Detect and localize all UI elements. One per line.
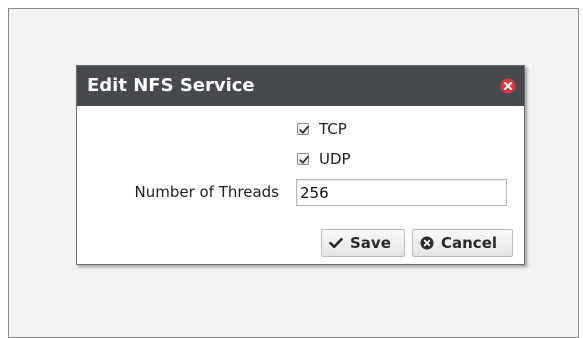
checkmark-icon — [299, 155, 309, 164]
cancel-button-label: Cancel — [441, 234, 498, 252]
dialog-titlebar: Edit NFS Service — [77, 66, 524, 106]
tcp-option: TCP — [297, 120, 347, 138]
cancel-circle-icon — [420, 236, 434, 250]
tcp-label: TCP — [319, 120, 347, 138]
udp-option: UDP — [297, 150, 351, 168]
save-button[interactable]: Save — [321, 229, 405, 257]
edit-nfs-service-dialog: Edit NFS Service TCP UDP Number of Threa… — [76, 65, 525, 265]
checkmark-icon — [299, 125, 309, 134]
udp-label: UDP — [319, 150, 351, 168]
udp-checkbox[interactable] — [297, 153, 309, 165]
dialog-title: Edit NFS Service — [87, 75, 255, 96]
save-button-label: Save — [350, 234, 391, 252]
threads-input[interactable] — [296, 179, 507, 206]
cancel-button[interactable]: Cancel — [412, 229, 513, 257]
tcp-checkbox[interactable] — [297, 123, 309, 135]
close-icon[interactable] — [500, 78, 516, 94]
checkmark-icon — [329, 236, 343, 250]
threads-label: Number of Threads — [134, 183, 279, 201]
